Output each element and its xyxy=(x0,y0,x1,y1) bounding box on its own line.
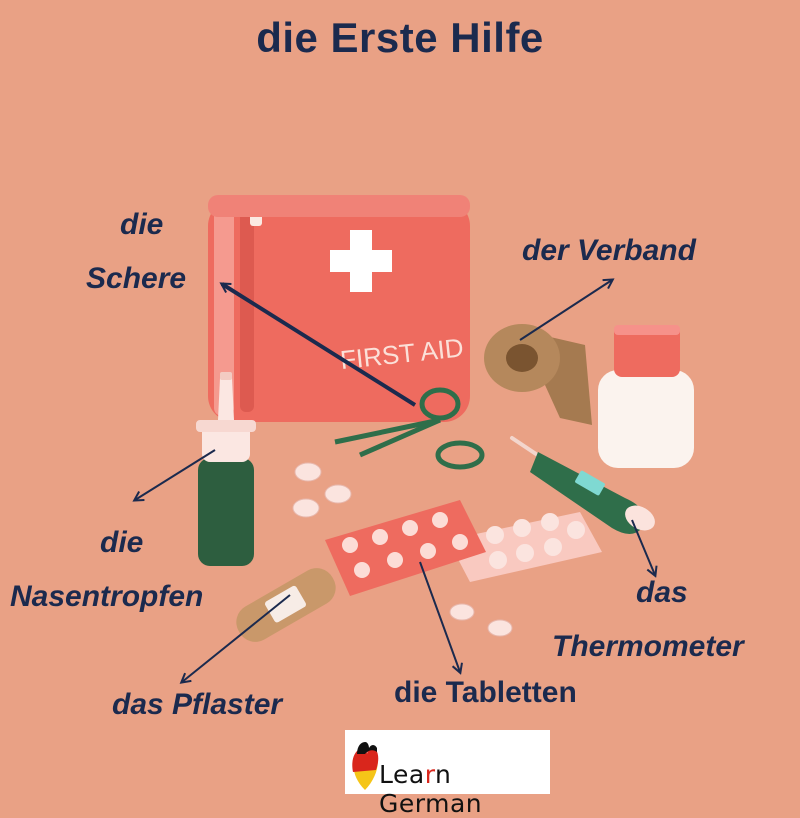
blister-pack-icon xyxy=(325,500,486,596)
label-pflaster: das Pflaster xyxy=(112,688,283,721)
pill-bottle-icon xyxy=(598,325,694,468)
label-tabletten: die Tabletten xyxy=(394,676,577,709)
label-schere: Schere xyxy=(86,262,187,295)
label-schere-article: die xyxy=(120,208,164,241)
first-aid-kit-icon: FIRST AID xyxy=(208,195,470,422)
learn-german-logo: Learn German xyxy=(345,730,550,818)
tape-roll-icon xyxy=(484,324,592,425)
logo-text: Learn German xyxy=(379,760,483,818)
label-thermometer: Thermometer xyxy=(552,630,744,663)
label-verband: der Verband xyxy=(522,234,696,267)
label-nasentropfen: Nasentropfen xyxy=(10,580,204,613)
bandage-icon xyxy=(236,568,336,642)
flag-heart-icon xyxy=(352,742,379,790)
label-thermometer-article: das xyxy=(636,576,688,609)
label-nasentropfen-article: die xyxy=(100,526,144,559)
